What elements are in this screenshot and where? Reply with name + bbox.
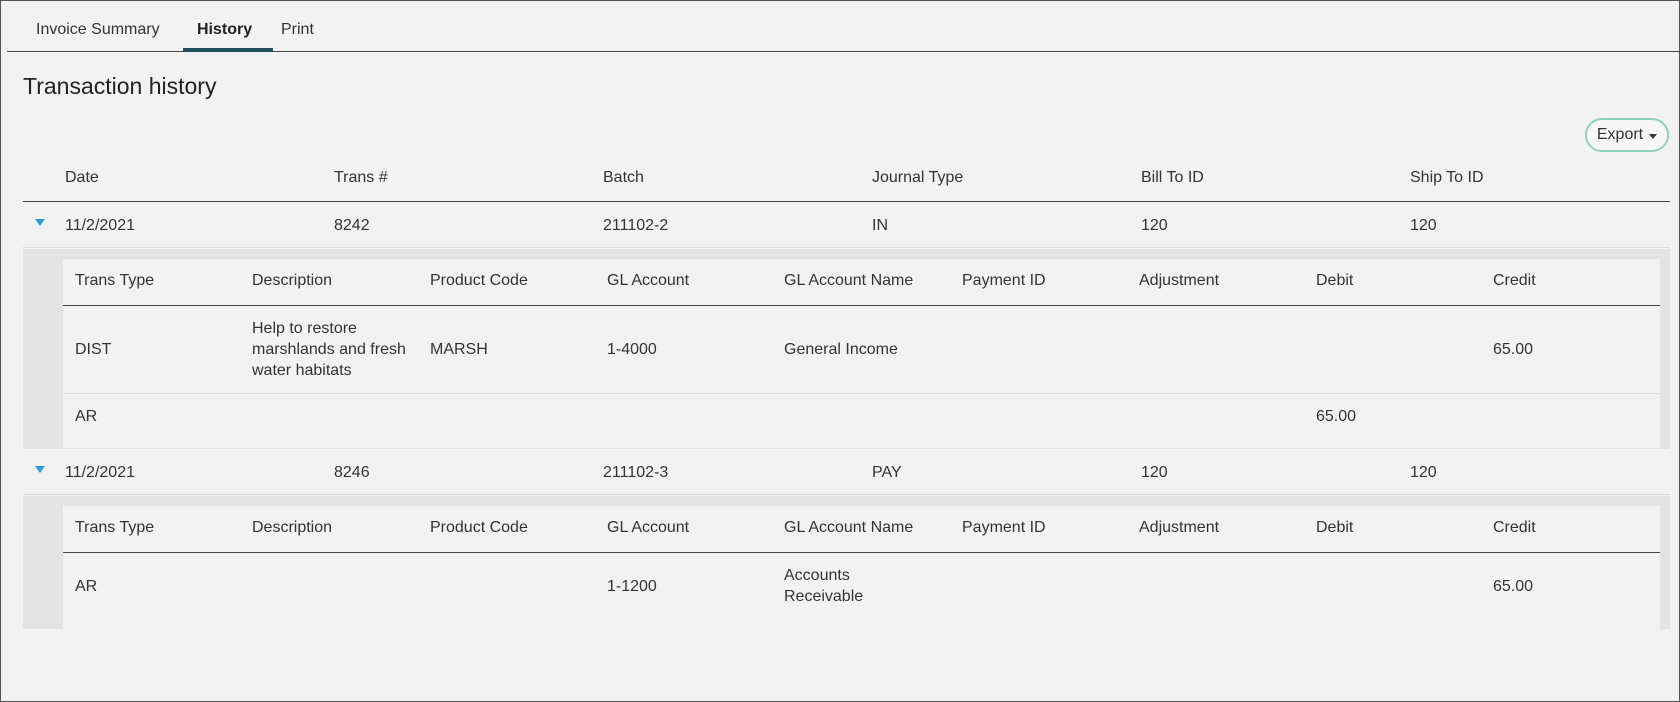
- detail-cell-trans-type: AR: [75, 578, 98, 595]
- detail-header-description: Description: [252, 519, 333, 536]
- detail-header-credit: Credit: [1493, 519, 1536, 536]
- cell-date: 11/2/2021: [65, 464, 135, 481]
- detail-table: Trans Type Description Product Code GL A…: [63, 259, 1660, 448]
- detail-panel: Trans Type Description Product Code GL A…: [23, 249, 1670, 449]
- detail-header-trans-type: Trans Type: [75, 272, 155, 289]
- detail-cell-gl-account-name: General Income: [784, 341, 898, 358]
- detail-cell-trans-type: AR: [75, 408, 98, 425]
- cell-bill-to-id: 120: [1141, 464, 1168, 481]
- detail-cell-gl-account-name: Accounts Receivable: [784, 567, 864, 605]
- detail-header-gl-account: GL Account: [607, 519, 690, 536]
- detail-header-debit: Debit: [1316, 272, 1354, 289]
- detail-cell-debit: 65.00: [1316, 408, 1357, 425]
- cell-trans: 8246: [334, 464, 370, 481]
- detail-header-debit: Debit: [1316, 519, 1354, 536]
- detail-table: Trans Type Description Product Code GL A…: [63, 506, 1660, 629]
- table-header: Date Trans # Batch Journal Type Bill To …: [23, 159, 1670, 202]
- column-header-bill-to-id[interactable]: Bill To ID: [1141, 169, 1204, 187]
- column-header-journal-type[interactable]: Journal Type: [872, 169, 963, 187]
- triangle-down-icon[interactable]: [35, 466, 45, 473]
- detail-header-payment-id: Payment ID: [962, 519, 1046, 536]
- cell-batch-link[interactable]: 211102-2: [603, 217, 668, 235]
- tab-print[interactable]: Print: [281, 21, 314, 51]
- detail-header-gl-account-name: GL Account Name: [784, 519, 914, 536]
- cell-journal-type: IN: [872, 217, 888, 234]
- detail-cell-gl-account: 1-1200: [607, 578, 657, 595]
- detail-header-payment-id: Payment ID: [962, 272, 1046, 289]
- table-row[interactable]: 11/2/2021 8246 211102-3 PAY 120 120: [23, 449, 1670, 495]
- app-frame: Invoice Summary History Print Transactio…: [0, 0, 1680, 702]
- detail-panel: Trans Type Description Product Code GL A…: [23, 496, 1670, 629]
- detail-row: AR 1-1200 Accounts Receivable 65.00: [63, 553, 1660, 619]
- active-tab-indicator: [183, 48, 273, 52]
- tab-bar: Invoice Summary History Print: [7, 1, 1680, 52]
- detail-row: AR 65.00: [63, 394, 1660, 440]
- table-row[interactable]: 11/2/2021 8242 211102-2 IN 120 120: [23, 202, 1670, 248]
- detail-cell-gl-account: 1-4000: [607, 341, 657, 358]
- detail-header-product-code: Product Code: [430, 519, 528, 536]
- detail-cell-description: Help to restore marshlands and fresh wat…: [252, 320, 406, 379]
- cell-journal-type: PAY: [872, 464, 902, 481]
- detail-header-adjustment: Adjustment: [1139, 519, 1220, 536]
- detail-header-product-code: Product Code: [430, 272, 528, 289]
- cell-ship-to-id: 120: [1410, 217, 1437, 234]
- tab-invoice-summary[interactable]: Invoice Summary: [36, 21, 160, 51]
- detail-cell-product-code: MARSH: [430, 341, 488, 358]
- column-header-trans[interactable]: Trans #: [334, 169, 388, 187]
- detail-cell-credit: 65.00: [1493, 341, 1534, 358]
- detail-cell-credit: 65.00: [1493, 578, 1534, 595]
- export-label: Export: [1596, 126, 1644, 143]
- column-header-ship-to-id[interactable]: Ship To ID: [1410, 169, 1484, 187]
- caret-down-icon: [1649, 133, 1658, 139]
- cell-bill-to-id: 120: [1141, 217, 1168, 234]
- page-title: Transaction history: [23, 73, 217, 99]
- detail-cell-trans-type: DIST: [75, 341, 112, 358]
- detail-header-credit: Credit: [1493, 272, 1536, 289]
- cell-date: 11/2/2021: [65, 217, 135, 234]
- cell-batch-link[interactable]: 211102-3: [603, 464, 668, 482]
- column-header-date[interactable]: Date: [65, 169, 99, 187]
- detail-header: Trans Type Description Product Code GL A…: [63, 506, 1660, 553]
- detail-header-description: Description: [252, 272, 333, 289]
- detail-header-adjustment: Adjustment: [1139, 272, 1220, 289]
- column-header-batch[interactable]: Batch: [603, 169, 644, 187]
- export-button[interactable]: Export: [1585, 118, 1669, 152]
- detail-header-gl-account: GL Account: [607, 272, 690, 289]
- detail-header: Trans Type Description Product Code GL A…: [63, 259, 1660, 306]
- detail-header-gl-account-name: GL Account Name: [784, 272, 914, 289]
- detail-header-trans-type: Trans Type: [75, 519, 155, 536]
- cell-ship-to-id: 120: [1410, 464, 1437, 481]
- cell-trans: 8242: [334, 217, 370, 234]
- detail-row: DIST Help to restore marshlands and fres…: [63, 306, 1660, 394]
- triangle-down-icon[interactable]: [35, 219, 45, 226]
- tab-history[interactable]: History: [197, 21, 252, 51]
